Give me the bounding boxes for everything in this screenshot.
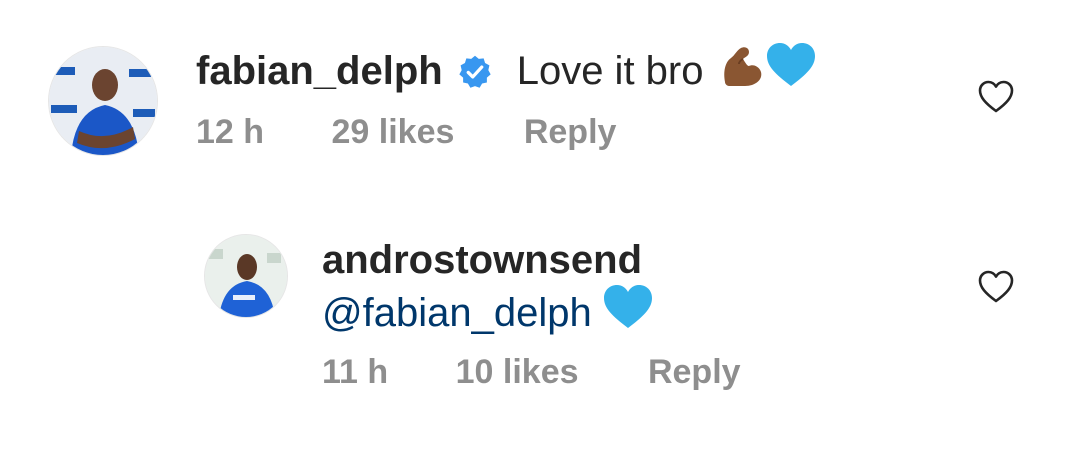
comment-timestamp: 12 h bbox=[196, 113, 265, 151]
comment-timestamp: 11 h bbox=[322, 353, 389, 391]
like-comment-heart-icon[interactable] bbox=[978, 80, 1014, 114]
comment-username[interactable]: fabian_delph bbox=[196, 47, 443, 95]
reply-button[interactable]: Reply bbox=[648, 352, 741, 392]
blue-heart-icon bbox=[765, 42, 817, 99]
avatar-image bbox=[205, 235, 287, 317]
comment-like-count[interactable]: 10 likes bbox=[456, 352, 579, 392]
mention-link[interactable]: @fabian_delph bbox=[322, 289, 592, 337]
reply-button[interactable]: Reply bbox=[524, 112, 617, 152]
comment-text: Love it bro bbox=[516, 48, 704, 93]
flexed-biceps-icon bbox=[719, 42, 765, 99]
avatar-image bbox=[49, 47, 157, 155]
avatar[interactable] bbox=[204, 234, 288, 318]
like-comment-heart-icon[interactable] bbox=[978, 270, 1014, 304]
avatar[interactable] bbox=[48, 46, 158, 156]
comment-username[interactable]: androstownsend bbox=[322, 236, 642, 284]
blue-heart-icon bbox=[602, 284, 654, 341]
verified-badge-icon bbox=[457, 53, 493, 89]
comment-like-count[interactable]: 29 likes bbox=[332, 112, 455, 152]
